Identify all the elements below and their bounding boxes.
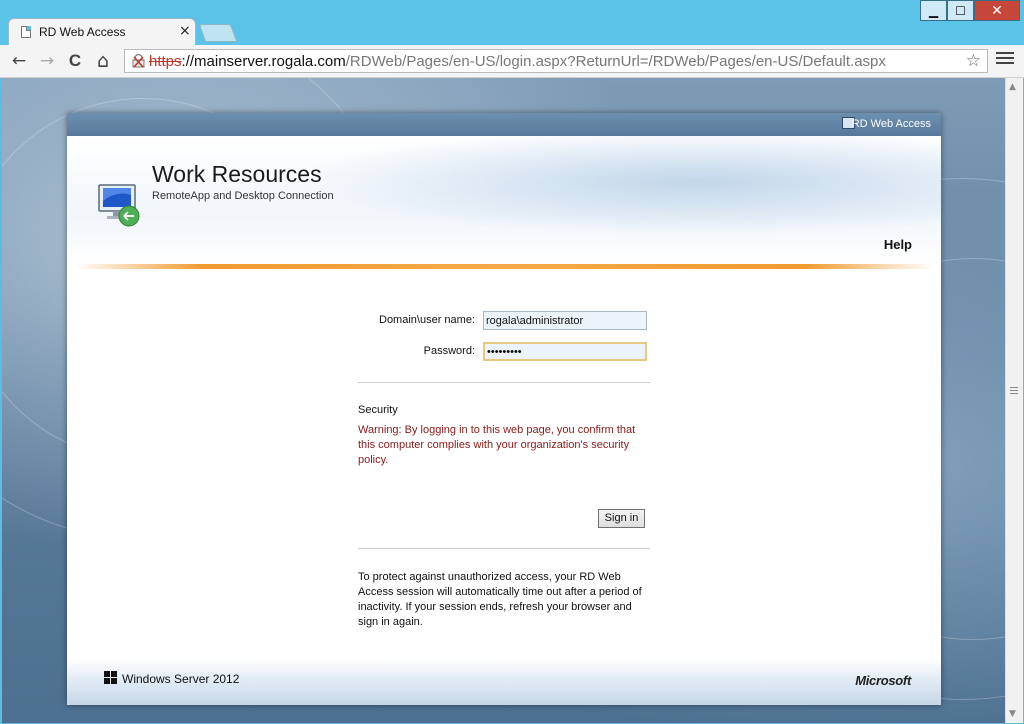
new-tab-button[interactable] [198, 24, 238, 42]
password-field[interactable] [483, 342, 647, 361]
close-window-button[interactable]: ✕ [974, 0, 1020, 21]
reload-icon[interactable]: C [64, 50, 86, 72]
maximize-button[interactable]: ☐ [947, 0, 974, 21]
username-label: Domain\user name: [379, 314, 475, 326]
security-heading: Security [358, 404, 398, 416]
divider [358, 382, 650, 383]
menu-icon[interactable] [996, 52, 1014, 67]
card-header-bar: RD Web Access [67, 113, 941, 136]
card-footer: Windows Server 2012 Microsoft [67, 658, 941, 705]
back-arrow-icon[interactable]: ← [8, 50, 30, 72]
scroll-down-icon[interactable]: ▼ [1009, 709, 1016, 719]
remote-desktop-icon [98, 184, 140, 227]
security-warning: Warning: By logging in to this web page,… [358, 424, 636, 466]
forward-arrow-icon[interactable]: → [36, 50, 58, 72]
orange-divider [75, 264, 933, 269]
windows-logo-icon [104, 671, 118, 685]
minimize-button[interactable]: ▁ [920, 0, 947, 21]
page-subtitle: RemoteApp and Desktop Connection [152, 190, 334, 202]
broken-lock-icon[interactable] [132, 54, 145, 68]
url-text: https://mainserver.rogala.com/RDWeb/Page… [149, 53, 886, 70]
scroll-up-icon[interactable]: ▲ [1009, 82, 1016, 92]
windows-server-label: Windows Server 2012 [122, 672, 240, 686]
username-row: Domain\user name: [358, 303, 650, 334]
browser-tab[interactable]: RD Web Access × [8, 18, 196, 45]
page-title: Work Resources [152, 161, 322, 187]
tab-close-button[interactable]: × [179, 23, 191, 39]
username-field[interactable] [483, 311, 647, 330]
header-label: RD Web Access [851, 118, 931, 130]
tab-title: RD Web Access [39, 25, 126, 39]
sign-in-button[interactable]: Sign in [598, 509, 645, 528]
scroll-thumb[interactable] [1010, 387, 1018, 396]
divider [358, 548, 650, 549]
microsoft-logo: Microsoft [855, 673, 911, 688]
login-card: RD Web Access Work Resources RemoteApp a… [67, 113, 941, 705]
browser-titlebar: RD Web Access × ▁ ☐ ✕ [0, 0, 1024, 45]
url-scheme: https [149, 53, 182, 70]
url-path: /RDWeb/Pages/en-US/login.aspx?ReturnUrl=… [345, 53, 886, 70]
password-label: Password: [423, 345, 475, 357]
page-scrollbar[interactable]: ▲ ▼ [1005, 78, 1023, 723]
home-icon[interactable]: ⌂ [92, 50, 114, 72]
password-row: Password: [358, 334, 650, 365]
browser-toolbar: ← → C ⌂ https://mainserver.rogala.com/RD… [0, 45, 1024, 78]
help-link[interactable]: Help [884, 237, 912, 252]
star-icon[interactable]: ☆ [966, 51, 981, 71]
address-bar[interactable]: https://mainserver.rogala.com/RDWeb/Page… [124, 49, 988, 73]
page-icon [21, 26, 31, 38]
login-form: Domain\user name: Password: [358, 303, 650, 365]
session-timeout-note: To protect against unauthorized access, … [358, 571, 642, 628]
window-controls: ▁ ☐ ✕ [920, 0, 1020, 22]
url-host: ://mainserver.rogala.com [181, 53, 346, 70]
